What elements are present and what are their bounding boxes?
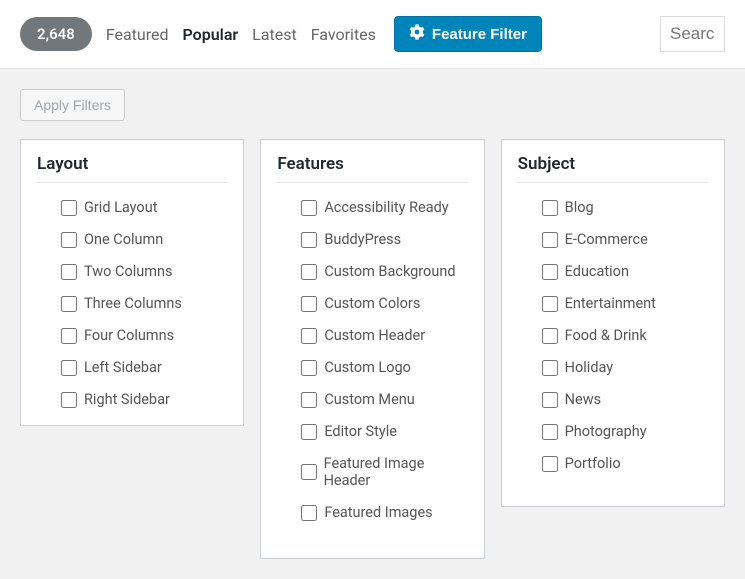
checkbox-two-columns[interactable] bbox=[61, 264, 77, 280]
filter-label[interactable]: Featured Images bbox=[324, 504, 432, 521]
filter-item: Custom Logo bbox=[301, 359, 467, 376]
tab-popular[interactable]: Popular bbox=[183, 25, 239, 44]
filter-item: Featured Image Header bbox=[301, 455, 467, 489]
filter-label[interactable]: Grid Layout bbox=[84, 199, 157, 216]
filter-item: Grid Layout bbox=[61, 199, 227, 216]
filter-item: Portfolio bbox=[542, 455, 708, 472]
filter-label[interactable]: Custom Logo bbox=[324, 359, 411, 376]
checkbox-custom-menu[interactable] bbox=[301, 392, 317, 408]
filter-content: Apply Filters Layout Grid Layout One Col… bbox=[0, 69, 745, 579]
checkbox-news[interactable] bbox=[542, 392, 558, 408]
filter-label[interactable]: Education bbox=[565, 263, 629, 280]
filter-item: Photography bbox=[542, 423, 708, 440]
checkbox-holiday[interactable] bbox=[542, 360, 558, 376]
filter-label[interactable]: Custom Background bbox=[324, 263, 455, 280]
checkbox-left-sidebar[interactable] bbox=[61, 360, 77, 376]
filter-label[interactable]: News bbox=[565, 391, 601, 408]
filter-label[interactable]: Four Columns bbox=[84, 327, 174, 344]
filter-item: Food & Drink bbox=[542, 327, 708, 344]
filter-label[interactable]: Holiday bbox=[565, 359, 613, 376]
checkbox-custom-header[interactable] bbox=[301, 328, 317, 344]
filter-label[interactable]: Two Columns bbox=[84, 263, 172, 280]
checkbox-custom-colors[interactable] bbox=[301, 296, 317, 312]
checkbox-right-sidebar[interactable] bbox=[61, 392, 77, 408]
panel-layout-title: Layout bbox=[37, 154, 227, 183]
filter-item: Two Columns bbox=[61, 263, 227, 280]
filter-label[interactable]: Three Columns bbox=[84, 295, 182, 312]
filter-item: E-Commerce bbox=[542, 231, 708, 248]
checkbox-portfolio[interactable] bbox=[542, 456, 558, 472]
filter-label[interactable]: Left Sidebar bbox=[84, 359, 162, 376]
checkbox-e-commerce[interactable] bbox=[542, 232, 558, 248]
filter-item: Three Columns bbox=[61, 295, 227, 312]
filter-panels: Layout Grid Layout One Column Two Column… bbox=[20, 139, 725, 559]
filter-label[interactable]: Blog bbox=[565, 199, 594, 216]
checkbox-editor-style[interactable] bbox=[301, 424, 317, 440]
filter-label[interactable]: Editor Style bbox=[324, 423, 397, 440]
filter-item: Accessibility Ready bbox=[301, 199, 467, 216]
tab-featured[interactable]: Featured bbox=[106, 25, 169, 44]
search-input[interactable] bbox=[660, 16, 725, 52]
filter-label[interactable]: Custom Colors bbox=[324, 295, 420, 312]
tab-favorites[interactable]: Favorites bbox=[311, 25, 376, 44]
filter-item: Featured Images bbox=[301, 504, 467, 521]
filter-item: BuddyPress bbox=[301, 231, 467, 248]
feature-filter-label: Feature Filter bbox=[432, 26, 527, 43]
filter-item: News bbox=[542, 391, 708, 408]
filter-label[interactable]: E-Commerce bbox=[565, 231, 648, 248]
checkbox-three-columns[interactable] bbox=[61, 296, 77, 312]
checkbox-entertainment[interactable] bbox=[542, 296, 558, 312]
panel-features: Features Accessibility Ready BuddyPress … bbox=[260, 139, 484, 559]
filter-item: Right Sidebar bbox=[61, 391, 227, 408]
filter-item: Four Columns bbox=[61, 327, 227, 344]
checkbox-education[interactable] bbox=[542, 264, 558, 280]
filter-item: Blog bbox=[542, 199, 708, 216]
tab-latest[interactable]: Latest bbox=[252, 25, 297, 44]
checkbox-custom-logo[interactable] bbox=[301, 360, 317, 376]
filter-item: Holiday bbox=[542, 359, 708, 376]
filter-item: Custom Background bbox=[301, 263, 467, 280]
filter-item: Custom Menu bbox=[301, 391, 467, 408]
filter-label[interactable]: Custom Header bbox=[324, 327, 425, 344]
panel-subject: Subject Blog E-Commerce Education Entert… bbox=[501, 139, 725, 507]
filter-item: Education bbox=[542, 263, 708, 280]
filter-label[interactable]: Featured Image Header bbox=[324, 455, 468, 489]
checkbox-food-drink[interactable] bbox=[542, 328, 558, 344]
top-bar: 2,648 Featured Popular Latest Favorites … bbox=[0, 0, 745, 69]
filter-label[interactable]: Entertainment bbox=[565, 295, 656, 312]
filter-item: One Column bbox=[61, 231, 227, 248]
filter-label[interactable]: Portfolio bbox=[565, 455, 621, 472]
filter-item: Custom Header bbox=[301, 327, 467, 344]
panel-features-title: Features bbox=[277, 154, 467, 183]
feature-filter-button[interactable]: Feature Filter bbox=[394, 16, 542, 52]
checkbox-accessibility-ready[interactable] bbox=[301, 200, 317, 216]
filter-item: Editor Style bbox=[301, 423, 467, 440]
checkbox-blog[interactable] bbox=[542, 200, 558, 216]
checkbox-four-columns[interactable] bbox=[61, 328, 77, 344]
checkbox-photography[interactable] bbox=[542, 424, 558, 440]
checkbox-featured-image-header[interactable] bbox=[301, 464, 316, 480]
filter-label[interactable]: Custom Menu bbox=[324, 391, 414, 408]
panel-subject-title: Subject bbox=[518, 154, 708, 183]
filter-label[interactable]: BuddyPress bbox=[324, 231, 401, 248]
panel-layout: Layout Grid Layout One Column Two Column… bbox=[20, 139, 244, 426]
filter-label[interactable]: Photography bbox=[565, 423, 647, 440]
filter-label[interactable]: One Column bbox=[84, 231, 163, 248]
checkbox-featured-images[interactable] bbox=[301, 505, 317, 521]
gear-icon bbox=[409, 24, 425, 44]
checkbox-buddypress[interactable] bbox=[301, 232, 317, 248]
checkbox-custom-background[interactable] bbox=[301, 264, 317, 280]
filter-item: Entertainment bbox=[542, 295, 708, 312]
filter-label[interactable]: Right Sidebar bbox=[84, 391, 170, 408]
apply-filters-button[interactable]: Apply Filters bbox=[20, 89, 125, 121]
filter-label[interactable]: Food & Drink bbox=[565, 327, 647, 344]
checkbox-grid-layout[interactable] bbox=[61, 200, 77, 216]
filter-label[interactable]: Accessibility Ready bbox=[324, 199, 448, 216]
filter-item: Left Sidebar bbox=[61, 359, 227, 376]
filter-item: Custom Colors bbox=[301, 295, 467, 312]
search-wrap bbox=[660, 16, 725, 52]
checkbox-one-column[interactable] bbox=[61, 232, 77, 248]
theme-count-pill: 2,648 bbox=[20, 17, 92, 51]
